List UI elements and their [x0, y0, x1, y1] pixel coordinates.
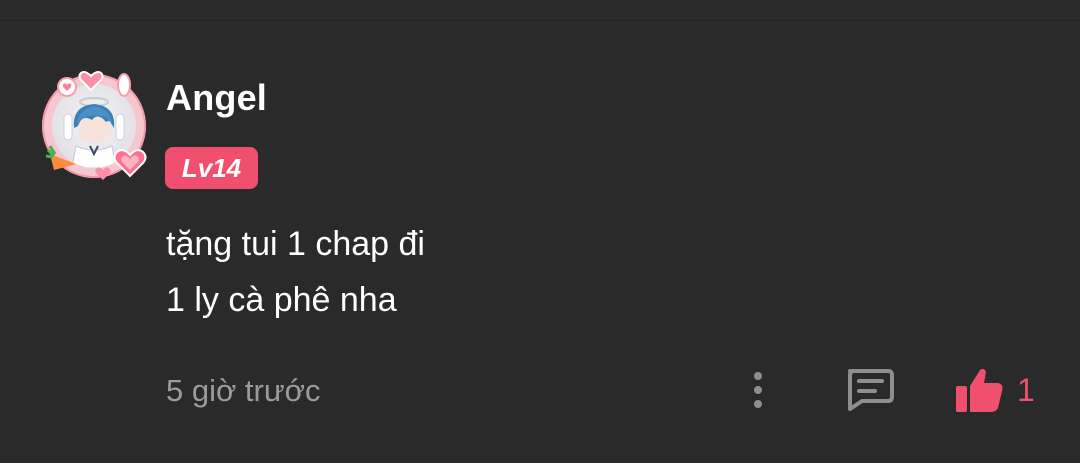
comment-line: tặng tui 1 chap đi [166, 225, 425, 263]
carrot-icon [46, 145, 76, 170]
like-count: 1 [1017, 372, 1035, 408]
comment-line: 1 ly cà phê nha [166, 281, 397, 319]
timestamp: 5 giờ trước [166, 373, 321, 408]
heart-bubble-icon [57, 77, 77, 97]
comment-item: Angel Lv14 tặng tui 1 chap đi 1 ly cà ph… [0, 0, 1080, 463]
more-options-button[interactable] [740, 366, 776, 414]
heart-icon [78, 71, 104, 92]
bunny-ear-icon [117, 73, 131, 97]
reply-button[interactable] [842, 365, 896, 413]
divider [0, 20, 1080, 21]
comment-bubble-icon [848, 369, 894, 411]
thumbs-up-icon [956, 368, 1003, 412]
username[interactable]: Angel [166, 78, 267, 118]
small-heart-icon [95, 167, 111, 180]
heart-icon [113, 149, 147, 178]
comment-body: tặng tui 1 chap đi 1 ly cà phê nha [166, 216, 425, 328]
avatar[interactable] [38, 70, 150, 182]
like-button[interactable]: 1 [950, 362, 1050, 418]
level-badge: Lv14 [165, 147, 258, 189]
